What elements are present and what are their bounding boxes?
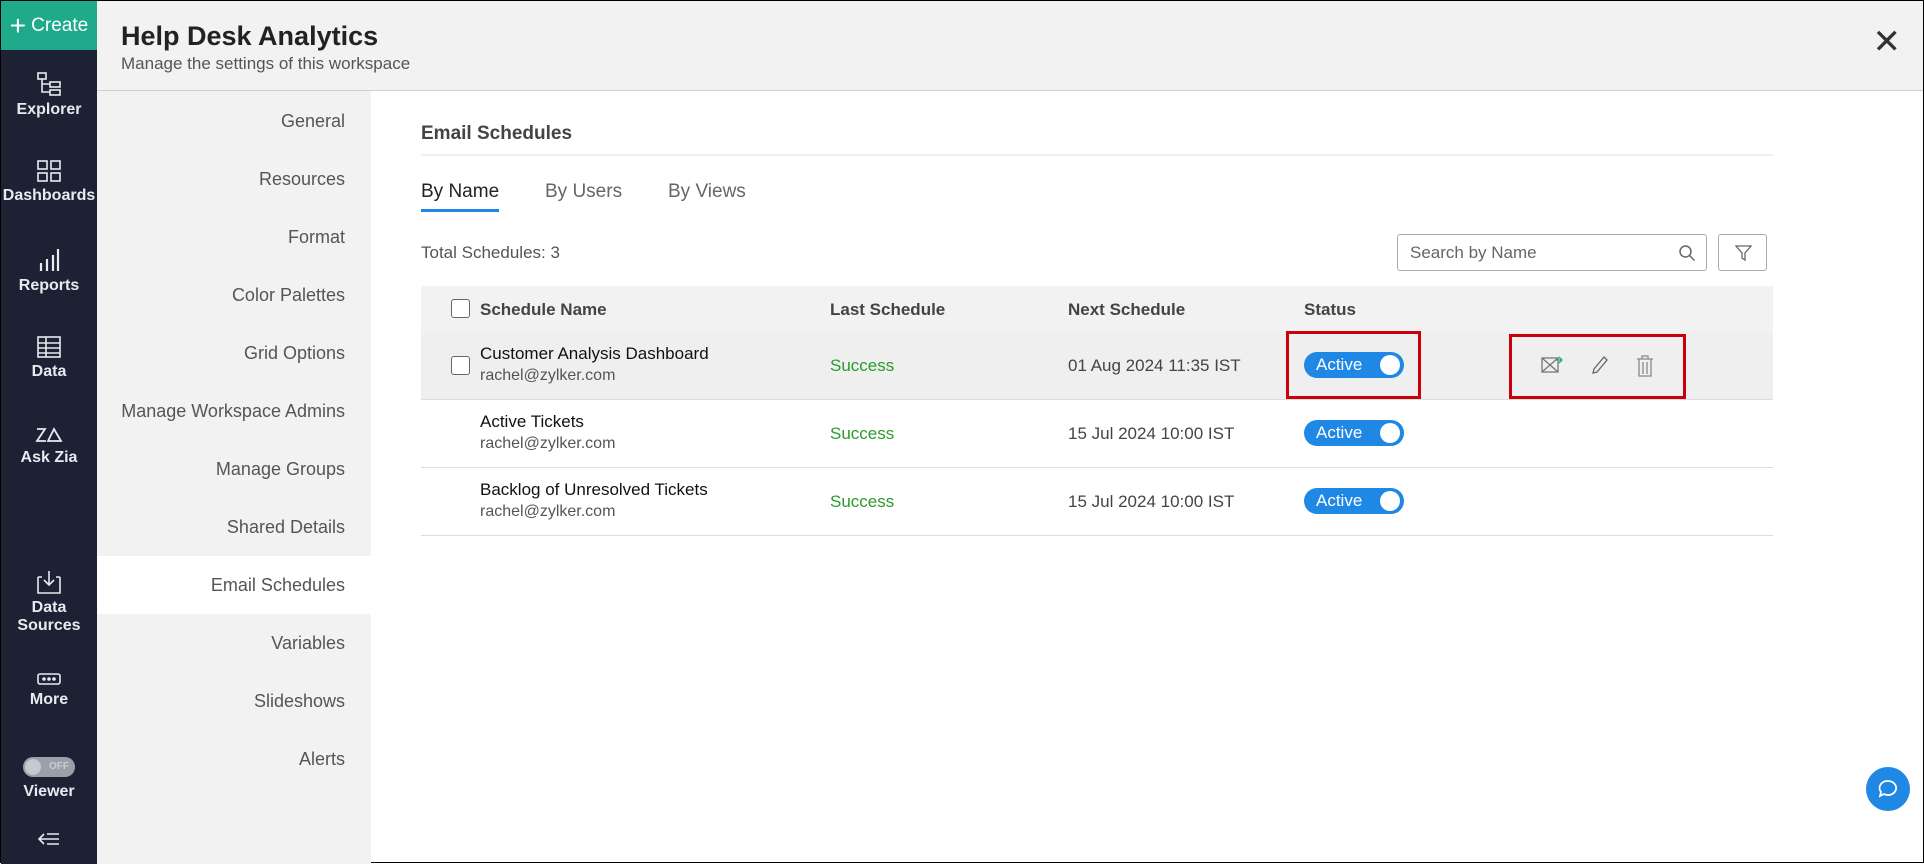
status-toggle[interactable]: Active [1304, 488, 1404, 514]
page-title: Help Desk Analytics [121, 21, 379, 51]
schedule-name[interactable]: Customer Analysis Dashboard [480, 344, 709, 364]
col-status: Status [1304, 300, 1356, 319]
table-row[interactable]: Active Tickets rachel@zylker.com Success… [421, 400, 1773, 468]
schedule-owner: rachel@zylker.com [480, 503, 616, 520]
schedule-owner: rachel@zylker.com [480, 435, 616, 452]
next-schedule-time: 15 Jul 2024 10:00 IST [1068, 492, 1235, 511]
last-schedule-status: Success [830, 356, 895, 375]
status-label: Active [1316, 491, 1363, 510]
nav-item-general[interactable]: General [97, 92, 371, 150]
search-input[interactable]: Search by Name [1397, 234, 1707, 271]
rail-item-data[interactable]: Data [1, 335, 97, 381]
nav-item-shared-details[interactable]: Shared Details [97, 498, 371, 556]
nav-item-color-palettes[interactable]: Color Palettes [97, 266, 371, 324]
nav-item-grid-options[interactable]: Grid Options [97, 324, 371, 382]
collapse-rail-button[interactable] [1, 831, 97, 851]
create-button[interactable]: + Create [1, 1, 97, 50]
viewer-toggle[interactable]: OFF Viewer [1, 757, 97, 801]
close-icon[interactable]: ✕ [1873, 25, 1902, 59]
schedule-owner: rachel@zylker.com [480, 367, 616, 384]
plus-icon: + [9, 9, 27, 41]
table-header: Schedule Name Last Schedule Next Schedul… [421, 286, 1773, 332]
rail-item-ask-zia[interactable]: Ask Zia [1, 423, 97, 467]
tab-by-users[interactable]: By Users [545, 181, 622, 209]
settings-nav: General Resources Format Color Palettes Grid… [97, 91, 371, 864]
actions-highlight-box [1509, 334, 1686, 399]
row-checkbox[interactable] [451, 356, 470, 375]
nav-item-resources[interactable]: Resources [97, 150, 371, 208]
data-sources-icon [37, 571, 61, 594]
viewer-switch[interactable]: OFF [23, 757, 75, 777]
col-next-schedule: Next Schedule [1068, 300, 1186, 319]
dialog-header: Help Desk Analytics Manage the settings … [97, 1, 1923, 91]
search-icon[interactable] [1678, 244, 1696, 262]
nav-item-alerts[interactable]: Alerts [97, 730, 371, 788]
collapse-icon [37, 833, 59, 845]
col-last-schedule: Last Schedule [830, 300, 946, 319]
status-label: Active [1316, 423, 1363, 442]
create-label: Create [31, 14, 89, 36]
rail-label: Dashboards [2, 187, 96, 204]
last-schedule-status: Success [830, 492, 895, 511]
rail-label: Reports [18, 277, 80, 294]
rail-label: More [29, 691, 69, 708]
rail-label: Data Sources [17, 599, 81, 634]
last-schedule-status: Success [830, 424, 895, 443]
rail-item-more[interactable]: More [1, 671, 97, 709]
search-placeholder: Search by Name [1410, 243, 1537, 262]
chat-support-button[interactable] [1866, 767, 1910, 811]
next-schedule-time: 01 Aug 2024 11:35 IST [1068, 356, 1241, 375]
page-subtitle: Manage the settings of this workspace [121, 54, 411, 73]
filter-icon [1735, 245, 1752, 262]
table-icon [37, 336, 61, 358]
nav-item-variables[interactable]: Variables [97, 614, 371, 672]
zia-icon [35, 427, 63, 442]
tab-by-views[interactable]: By Views [668, 181, 746, 209]
section-title: Email Schedules [421, 123, 573, 144]
dashboards-icon [37, 160, 61, 182]
table-row[interactable]: Backlog of Unresolved Tickets rachel@zyl… [421, 468, 1773, 536]
explorer-icon [37, 72, 61, 96]
rail-item-data-sources[interactable]: Data Sources [1, 569, 97, 635]
nav-item-format[interactable]: Format [97, 208, 371, 266]
more-icon [37, 673, 61, 685]
divider [421, 154, 1773, 156]
total-schedules: Total Schedules: 3 [421, 243, 560, 262]
nav-item-email-schedules[interactable]: Email Schedules [97, 556, 371, 614]
nav-item-manage-groups[interactable]: Manage Groups [97, 440, 371, 498]
rail-item-reports[interactable]: Reports [1, 247, 97, 295]
status-highlight-box [1286, 331, 1421, 399]
status-toggle[interactable]: Active [1304, 420, 1404, 446]
reports-icon [39, 249, 60, 271]
rail-label: Data [31, 363, 67, 380]
rail-label: Ask Zia [20, 449, 78, 466]
nav-item-slideshows[interactable]: Slideshows [97, 672, 371, 730]
chat-icon [1878, 780, 1897, 798]
schedule-name[interactable]: Active Tickets [480, 412, 584, 432]
rail-label: Explorer [16, 101, 82, 118]
left-rail: + Create Explorer Dashboards Reports Data… [1, 1, 97, 864]
filter-button[interactable] [1718, 234, 1767, 271]
col-schedule-name: Schedule Name [480, 300, 607, 319]
select-all-checkbox[interactable] [451, 299, 470, 318]
rail-item-explorer[interactable]: Explorer [1, 71, 97, 119]
schedule-name[interactable]: Backlog of Unresolved Tickets [480, 480, 708, 500]
nav-item-manage-workspace-admins[interactable]: Manage Workspace Admins [97, 382, 371, 440]
rail-item-dashboards[interactable]: Dashboards [1, 159, 97, 205]
next-schedule-time: 15 Jul 2024 10:00 IST [1068, 424, 1235, 443]
tab-by-name[interactable]: By Name [421, 181, 500, 212]
rail-label: Viewer [23, 783, 75, 800]
